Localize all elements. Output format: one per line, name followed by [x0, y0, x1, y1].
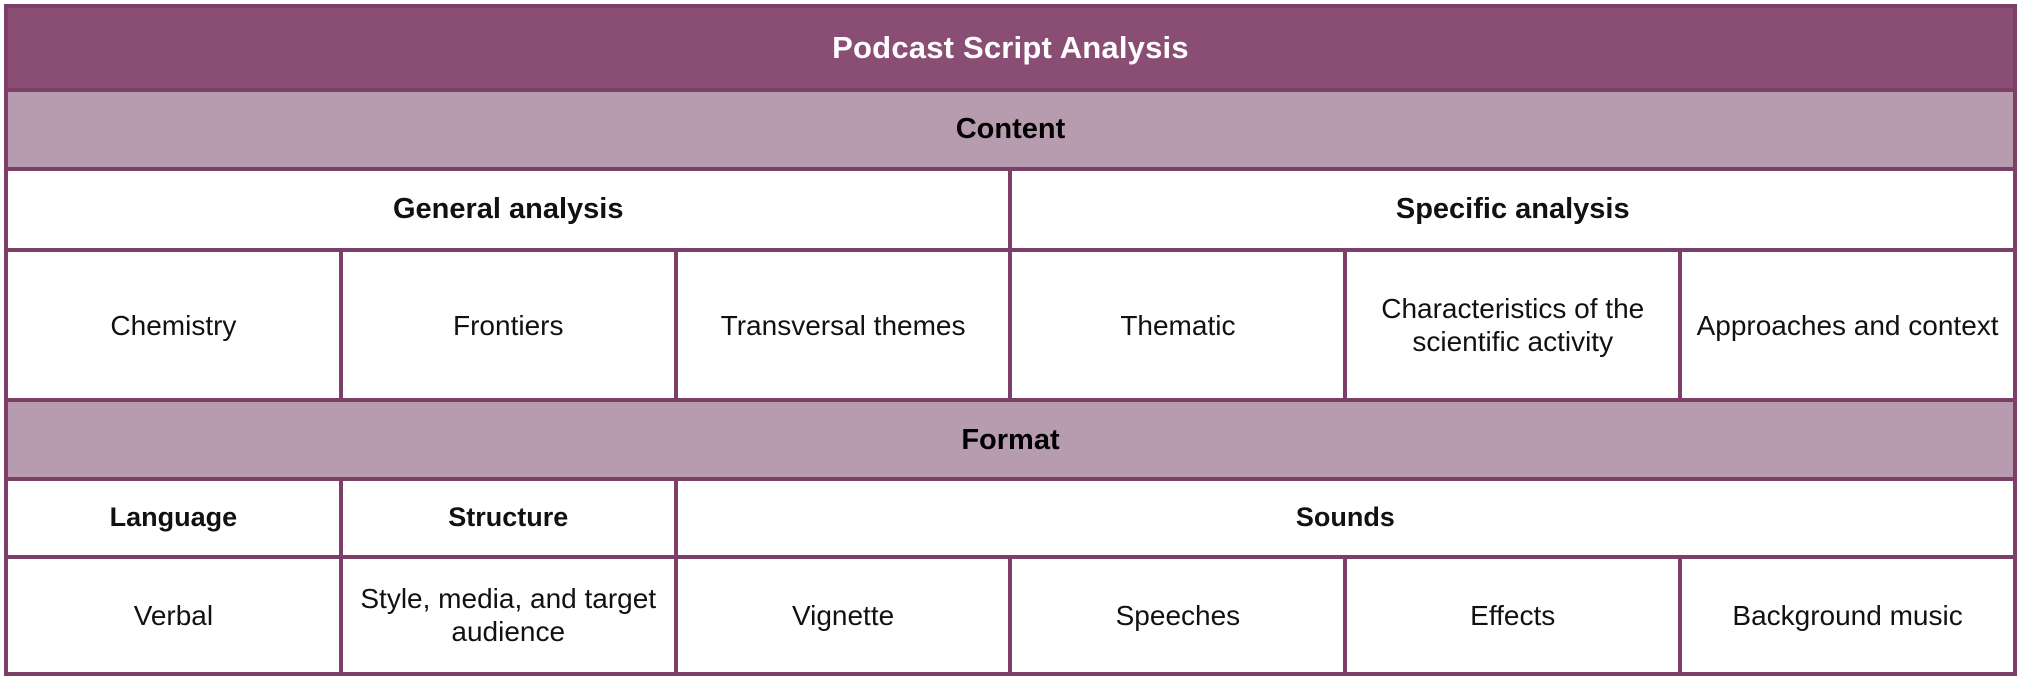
table-row-section-content: Content — [4, 87, 2017, 171]
group-header-specific-analysis: Specific analysis — [1008, 166, 2017, 252]
leaf-cell-transversal-themes: Transversal themes — [673, 247, 1013, 403]
leaf-cell-vignette: Vignette — [673, 554, 1013, 677]
table-row-groups-format: Language Structure Sounds — [4, 477, 2018, 559]
section-header-content: Content — [4, 87, 2017, 171]
group-header-structure: Structure — [338, 477, 678, 559]
leaf-cell-background-music: Background music — [1678, 554, 2017, 677]
leaf-cell-style-media-and-target-audience: Style, media, and target audience — [338, 554, 678, 677]
table-row-title: Podcast Script Analysis — [4, 4, 2017, 92]
table-row-groups-content: General analysis Specific analysis — [3, 166, 2017, 252]
leaf-cell-verbal: Verbal — [4, 554, 343, 677]
group-header-general-analysis: General analysis — [3, 166, 1013, 252]
leaf-cell-frontiers: Frontiers — [338, 247, 678, 403]
leaf-cell-approaches-and-context: Approaches and context — [1678, 247, 2017, 403]
group-header-sounds: Sounds — [673, 477, 2018, 559]
section-header-format: Format — [4, 398, 2017, 482]
table-row-leaves-format: Verbal Style, media, and target audience… — [4, 554, 2017, 677]
table-row-leaves-content: Chemistry Frontiers Transversal themes T… — [4, 247, 2017, 403]
leaf-cell-thematic: Thematic — [1008, 247, 1348, 403]
leaf-cell-effects: Effects — [1343, 554, 1683, 677]
leaf-cell-characteristics-of-the-scientific-activity: Characteristics of the scientific activi… — [1343, 247, 1683, 403]
leaf-cell-chemistry: Chemistry — [4, 247, 343, 403]
podcast-script-analysis-table: Podcast Script Analysis Content General … — [3, 4, 2018, 677]
table-row-section-format: Format — [4, 398, 2017, 482]
leaf-cell-speeches: Speeches — [1008, 554, 1348, 677]
podcast-script-analysis-table-container: Podcast Script Analysis Content General … — [0, 0, 2021, 680]
page-title: Podcast Script Analysis — [4, 4, 2017, 92]
group-header-language: Language — [4, 477, 343, 559]
